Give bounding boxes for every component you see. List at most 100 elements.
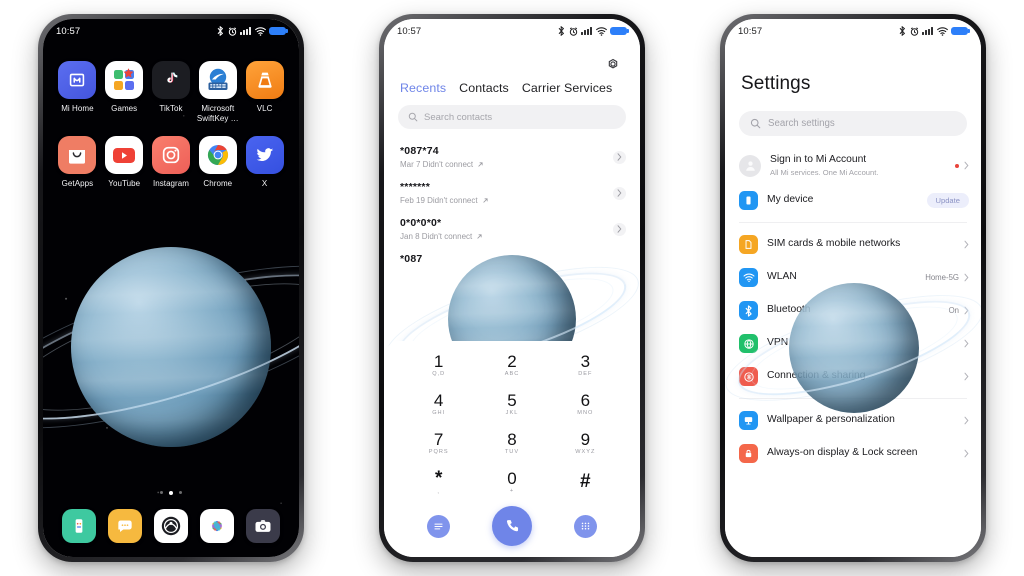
chevron-right-icon[interactable] xyxy=(964,306,969,315)
dialpad-key-2[interactable]: 2 ABC xyxy=(475,345,548,384)
chevron-right-icon[interactable] xyxy=(964,449,969,458)
call-log-row[interactable]: *087*74 Mar 7 Didn't connect xyxy=(384,139,640,175)
search-contacts-input[interactable]: Search contacts xyxy=(398,105,626,129)
battery-icon xyxy=(610,26,629,36)
browser-icon[interactable] xyxy=(154,509,188,543)
dialpad-key-6[interactable]: 6 MNO xyxy=(549,384,622,423)
gear-icon[interactable] xyxy=(602,53,624,75)
app-label: TikTok xyxy=(159,104,183,113)
tab-carrier-services[interactable]: Carrier Services xyxy=(522,81,612,95)
settings-row-mi-account[interactable]: Sign in to Mi Account All Mi services. O… xyxy=(725,147,981,184)
settings-row-my-device[interactable]: My device Update xyxy=(725,184,981,217)
settings-row-wallpaper[interactable]: Wallpaper & personalization xyxy=(725,404,981,437)
call-button[interactable] xyxy=(492,506,532,546)
settings-label: Wallpaper & personalization xyxy=(767,414,895,426)
tab-recents[interactable]: Recents xyxy=(400,81,446,95)
chevron-right-icon[interactable] xyxy=(613,150,626,164)
page-dot[interactable] xyxy=(179,491,183,495)
app-instagram[interactable]: Instagram xyxy=(148,135,195,189)
games-icon[interactable] xyxy=(105,61,144,99)
app-label: Mi Home xyxy=(61,104,94,113)
menu-icon[interactable] xyxy=(427,514,450,538)
dialpad-key-4[interactable]: 4 GHI xyxy=(402,384,475,423)
dialpad-key-5[interactable]: 5 JKL xyxy=(475,384,548,423)
chevron-right-icon[interactable] xyxy=(964,161,969,170)
status-icons xyxy=(558,26,629,36)
tab-contacts[interactable]: Contacts xyxy=(459,81,509,95)
page-dot-active[interactable] xyxy=(169,491,173,495)
alarm-icon xyxy=(228,26,237,36)
twitter-x-icon[interactable] xyxy=(245,135,284,174)
tiktok-icon[interactable] xyxy=(151,61,190,99)
battery-icon xyxy=(951,26,970,36)
gallery-icon[interactable] xyxy=(200,509,234,543)
vlc-icon[interactable] xyxy=(245,61,284,99)
dialpad-key-3[interactable]: 3 DEF xyxy=(549,345,622,384)
chevron-right-icon[interactable] xyxy=(964,273,969,282)
dialpad-key-star[interactable]: *, xyxy=(402,462,475,501)
camera-icon[interactable] xyxy=(246,509,280,543)
getapps-icon[interactable] xyxy=(58,135,97,174)
app-youtube[interactable]: YouTube xyxy=(101,135,148,189)
chevron-right-icon[interactable] xyxy=(964,372,969,381)
settings-row-connection-sharing[interactable]: Connection & sharing xyxy=(725,360,981,393)
chevron-right-icon[interactable] xyxy=(613,222,626,236)
page-dot[interactable] xyxy=(159,491,163,495)
settings-label: Sign in to Mi Account xyxy=(770,154,867,165)
call-log-row-partial[interactable]: *087 xyxy=(384,247,640,271)
section-divider xyxy=(739,398,967,400)
battery-icon xyxy=(269,26,288,36)
page-title: Settings xyxy=(741,73,811,94)
dialpad-key-0[interactable]: 0 + xyxy=(475,462,548,501)
chevron-right-icon[interactable] xyxy=(964,339,969,348)
phone-icon[interactable] xyxy=(62,509,96,543)
chevron-right-icon[interactable] xyxy=(964,240,969,249)
search-settings-input[interactable]: Search settings xyxy=(739,111,967,136)
screenshot-stage: 10:57 Mi Home Games TikTok Microsoft Swi… xyxy=(0,0,1024,576)
app-games[interactable]: Games xyxy=(101,61,148,124)
messages-icon[interactable] xyxy=(108,509,142,543)
wifi-icon xyxy=(254,26,266,36)
chevron-right-icon[interactable] xyxy=(613,186,626,200)
signal-icon xyxy=(581,27,592,35)
app-microsoft-swiftkey[interactable]: Microsoft SwiftKey … xyxy=(194,61,241,124)
settings-row-always-on-display[interactable]: Always-on display & Lock screen xyxy=(725,437,981,470)
settings-row-vpn[interactable]: VPN xyxy=(725,327,981,360)
dialpad-icon[interactable] xyxy=(574,514,597,538)
dialpad-key-9[interactable]: 9 WXYZ xyxy=(549,423,622,462)
settings-row-sim-cards[interactable]: SIM cards & mobile networks xyxy=(725,228,981,261)
settings-screen: 10:57 Settings Search settings Sign in t… xyxy=(725,19,981,557)
mi-home-icon[interactable] xyxy=(58,61,97,99)
status-bar-dialer: 10:57 xyxy=(384,19,640,43)
chevron-right-icon[interactable] xyxy=(964,416,969,425)
alarm-icon xyxy=(569,26,578,36)
app-x[interactable]: X xyxy=(241,135,288,189)
call-number: *087*74 xyxy=(400,145,439,157)
call-log-row[interactable]: ******* Feb 19 Didn't connect xyxy=(384,175,640,211)
settings-row-bluetooth[interactable]: Bluetooth On xyxy=(725,294,981,327)
app-label: Instagram xyxy=(152,178,189,188)
dialpad-key-7[interactable]: 7 PQRS xyxy=(402,423,475,462)
dialpad-key-1[interactable]: 1 Q,D xyxy=(402,345,475,384)
microsoft-swiftkey-icon[interactable] xyxy=(198,61,237,99)
app-vlc[interactable]: VLC xyxy=(241,61,288,124)
update-badge[interactable]: Update xyxy=(926,193,969,209)
phone-device-settings: 10:57 Settings Search settings Sign in t… xyxy=(720,14,986,562)
dialpad-key-8[interactable]: 8 TUV xyxy=(475,423,548,462)
search-placeholder: Search contacts xyxy=(424,111,493,123)
youtube-icon[interactable] xyxy=(105,135,144,174)
settings-row-wlan[interactable]: WLAN Home-5G xyxy=(725,261,981,294)
chrome-icon[interactable] xyxy=(198,135,237,174)
status-time: 10:57 xyxy=(56,25,81,37)
app-chrome[interactable]: Chrome xyxy=(194,135,241,189)
app-mi-home[interactable]: Mi Home xyxy=(54,61,101,124)
outgoing-call-icon xyxy=(478,162,483,167)
call-log-row[interactable]: 0*0*0*0* Jan 8 Didn't connect xyxy=(384,211,640,247)
dialpad-key-hash[interactable]: # xyxy=(549,462,622,501)
phone-device-dialer: 10:57 Recents Contacts Carrier Services … xyxy=(379,14,645,562)
instagram-icon[interactable] xyxy=(151,135,190,174)
settings-label: SIM cards & mobile networks xyxy=(767,238,901,250)
app-tiktok[interactable]: TikTok xyxy=(148,61,195,124)
wifi-icon xyxy=(739,268,758,288)
app-getapps[interactable]: GetApps xyxy=(54,135,101,189)
